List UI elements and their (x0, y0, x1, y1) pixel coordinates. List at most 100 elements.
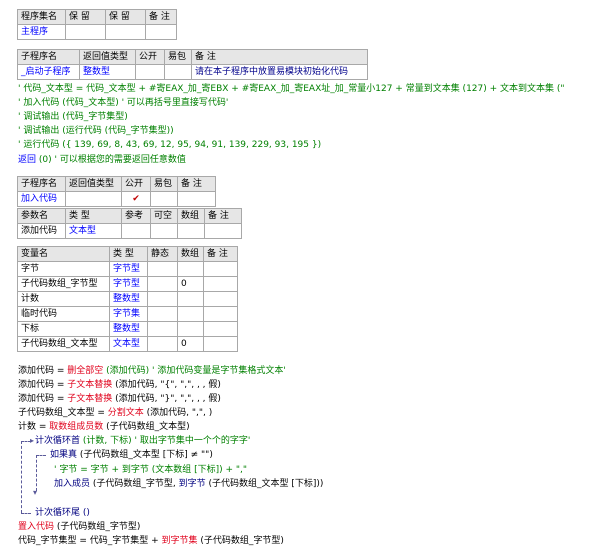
header-nullable: 可空 (150, 208, 178, 224)
var-array-cell[interactable] (177, 291, 204, 307)
return-keyword: 返回 (18, 155, 37, 165)
header-param-name: 参数名 (17, 208, 66, 224)
var-name-cell[interactable]: 临时代码 (17, 306, 110, 322)
array-cell[interactable] (177, 223, 205, 239)
code-line-add-member[interactable]: 加入成员 (子代码数组_字节型, 到字节 (子代码数组_文本型 [下标])) (54, 478, 323, 491)
var-type-cell[interactable]: 整数型 (109, 321, 148, 337)
reserved-cell-1[interactable] (65, 24, 106, 40)
table-row[interactable]: 计数 整数型 (17, 291, 238, 307)
param-table: 参数名 类 型 参考 可空 数组 备 注 添加代码 文本型 (17, 208, 242, 239)
var-static-cell[interactable] (147, 276, 178, 292)
code-text: (子代码数组_字节型) (197, 536, 284, 546)
remark-cell[interactable] (177, 191, 216, 207)
code-line-replace-open-brace[interactable]: 添加代码 = 子文本替换 (添加代码, "{", ",", , , 假) (18, 379, 221, 392)
header-reference: 参考 (121, 208, 151, 224)
function-name: 分割文本 (107, 408, 144, 418)
var-remark-cell[interactable] (203, 276, 238, 292)
code-line-replace-close-brace[interactable]: 添加代码 = 子文本替换 (添加代码, "}", ",", , , 假) (18, 393, 221, 406)
nullable-cell[interactable] (150, 223, 178, 239)
code-line-comment-1[interactable]: ' 代码_文本型 = 代码_文本型 + #寄EAX_加_寄EBX + #寄EAX… (18, 83, 565, 96)
code-line-return[interactable]: 返回 (0) ' 可以根据您的需要返回任意数值 (18, 154, 186, 167)
code-text: (添加代码, "{", ",", , , 假) (112, 380, 221, 390)
var-type-cell[interactable]: 整数型 (109, 291, 148, 307)
sub-name-cell[interactable]: _启动子程序 (17, 64, 80, 80)
assembly-name-cell[interactable]: 主程序 (17, 24, 66, 40)
add-member-keyword: 加入成员 (54, 479, 91, 489)
public-cell[interactable] (135, 64, 165, 80)
code-text: 添加代码 = (18, 394, 68, 404)
header-return-type: 返回值类型 (65, 176, 122, 192)
var-static-cell[interactable] (147, 306, 178, 322)
var-static-cell[interactable] (147, 291, 178, 307)
code-line-remove-spaces[interactable]: 添加代码 = 删全部空 (添加代码) ' 添加代码变量是字节集格式文本' (18, 365, 286, 378)
code-line-if[interactable]: 如果真 (子代码数组_文本型 [下标] ≠ "") (50, 449, 213, 462)
table-row[interactable]: 字节 字节型 (17, 261, 238, 277)
code-line-split-text[interactable]: 子代码数组_文本型 = 分割文本 (添加代码, ",", ) (18, 407, 212, 420)
var-remark-cell[interactable] (203, 261, 238, 277)
code-line-comment-4[interactable]: ' 调试输出 (运行代码 (代码_字节集型)) (18, 125, 174, 138)
remark-cell[interactable] (145, 24, 177, 40)
var-name-cell[interactable]: 计数 (17, 291, 110, 307)
var-remark-cell[interactable] (203, 336, 238, 352)
easy-pack-cell[interactable] (164, 64, 192, 80)
code-text: (子代码数组_文本型) (103, 422, 190, 432)
var-name-cell[interactable]: 子代码数组_字节型 (17, 276, 110, 292)
reference-cell[interactable] (121, 223, 151, 239)
var-remark-cell[interactable] (203, 321, 238, 337)
code-line-comment-5[interactable]: ' 运行代码 ({ 139, 69, 8, 43, 69, 12, 95, 94… (18, 139, 321, 152)
var-remark-cell[interactable] (203, 291, 238, 307)
var-static-cell[interactable] (147, 261, 178, 277)
table-row[interactable]: 下标 整数型 (17, 321, 238, 337)
var-name-cell[interactable]: 子代码数组_文本型 (17, 336, 110, 352)
return-type-cell[interactable] (65, 191, 122, 207)
variable-table: 变量名 类 型 静态 数组 备 注 字节 字节型 子代码数组_字节型 字节型 0… (17, 246, 238, 352)
table-row[interactable]: 子代码数组_文本型 文本型 0 (17, 336, 238, 352)
sub-program-table-main: 子程序名 返回值类型 公开 易包 备 注 _启动子程序 整数型 请在本子程序中放… (17, 49, 368, 80)
var-static-cell[interactable] (147, 336, 178, 352)
table-row[interactable]: 子代码数组_字节型 字节型 0 (17, 276, 238, 292)
var-type-cell[interactable]: 字节型 (109, 261, 148, 277)
var-name-cell[interactable]: 字节 (17, 261, 110, 277)
code-line-put-code[interactable]: 置入代码 (子代码数组_字节型) (18, 521, 140, 534)
var-array-cell[interactable] (177, 306, 204, 322)
var-type-cell[interactable]: 字节集 (109, 306, 148, 322)
code-text: (子代码数组_文本型 [下标])) (205, 479, 324, 489)
loop-connector (21, 441, 22, 513)
return-type-cell[interactable]: 整数型 (79, 64, 136, 80)
var-array-cell[interactable] (177, 261, 204, 277)
var-type-cell[interactable]: 字节型 (109, 276, 148, 292)
var-array-cell[interactable]: 0 (177, 336, 204, 352)
function-name: 子文本替换 (67, 394, 113, 404)
code-text: (添加代码) ' 添加代码变量是字节集格式文本' (103, 366, 286, 376)
var-array-cell[interactable] (177, 321, 204, 337)
var-remark-cell[interactable] (203, 306, 238, 322)
var-static-cell[interactable] (147, 321, 178, 337)
code-text: (添加代码, ",", ) (143, 408, 213, 418)
code-line-concat-bytes[interactable]: 代码_字节集型 = 代码_字节集型 + 到字节集 (子代码数组_字节型) (18, 535, 284, 548)
table-row[interactable]: 临时代码 字节集 (17, 306, 238, 322)
sub-name-cell[interactable]: 加入代码 (17, 191, 66, 207)
reserved-cell-2[interactable] (105, 24, 146, 40)
code-line-comment-2[interactable]: ' 加入代码 (代码_文本型) ' 可以再括号里直接写代码' (18, 97, 228, 110)
remark-cell[interactable]: 请在本子程序中放置易模块初始化代码 (191, 64, 368, 80)
param-type-cell[interactable]: 文本型 (65, 223, 122, 239)
public-check-icon[interactable]: ✔ (121, 191, 151, 207)
var-array-cell[interactable]: 0 (177, 276, 204, 292)
var-type-cell[interactable]: 文本型 (109, 336, 148, 352)
code-text: 添加代码 = (18, 380, 68, 390)
code-line-count[interactable]: 计数 = 取数组成员数 (子代码数组_文本型) (18, 421, 190, 434)
code-line-comment-3[interactable]: ' 调试输出 (代码_字节集型) (18, 111, 128, 124)
param-name-cell[interactable]: 添加代码 (17, 223, 66, 239)
code-text: 子代码数组_文本型 = (18, 408, 108, 418)
easy-pack-cell[interactable] (150, 191, 178, 207)
code-text: (计数, 下标) ' 取出字节集中一个个的字字' (80, 436, 251, 446)
sub-program-table-add-code: 子程序名 返回值类型 公开 易包 备 注 加入代码 ✔ (17, 176, 216, 207)
code-line-loop-start[interactable]: 计次循环首 (计数, 下标) ' 取出字节集中一个个的字字' (35, 435, 250, 448)
code-line-comment-byte[interactable]: ' 字节 = 字节 + 到字节 (文本数组 [下标]) + "," (54, 464, 247, 477)
code-text: (添加代码, "}", ",", , , 假) (112, 394, 221, 404)
code-line-loop-end[interactable]: 计次循环尾 () (35, 507, 90, 520)
header-reserved-1: 保 留 (65, 9, 106, 25)
remark-cell[interactable] (204, 223, 242, 239)
var-name-cell[interactable]: 下标 (17, 321, 110, 337)
code-text: (子代码数组_文本型 [下标] ≠ "") (77, 450, 213, 460)
